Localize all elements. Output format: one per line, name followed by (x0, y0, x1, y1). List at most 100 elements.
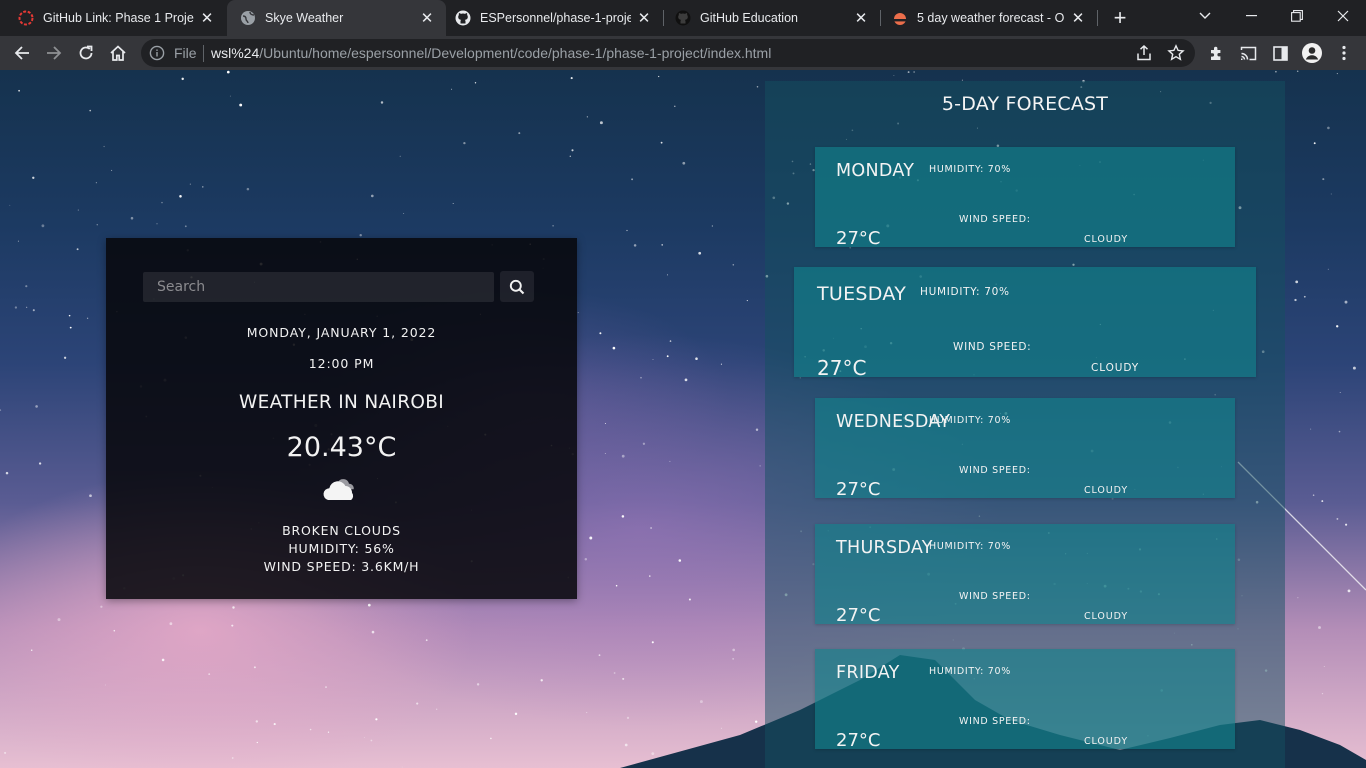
forecast-condition: CLOUDY (1084, 485, 1129, 496)
arrow-right-icon (47, 46, 62, 60)
home-icon (110, 45, 126, 61)
puzzle-icon (1210, 46, 1220, 60)
close-tab-icon[interactable]: ✕ (852, 9, 870, 27)
current-wind-speed: WIND SPEED: 3.6KM/H (263, 559, 420, 574)
reload-button[interactable] (72, 39, 100, 67)
globe-icon (240, 10, 256, 26)
forecast-condition: CLOUDY (1091, 362, 1140, 374)
home-button[interactable] (104, 39, 132, 67)
browser-tab-github-link[interactable]: GitHub Link: Phase 1 Project ✕ (0, 0, 226, 36)
search-icon (509, 279, 525, 294)
forecast-wind: WIND SPEED: (959, 214, 1031, 225)
chevron-down-icon (1199, 12, 1211, 19)
reload-icon (79, 45, 93, 60)
forecast-temperature: 27°C (836, 730, 881, 751)
close-window-button[interactable] (1320, 0, 1366, 32)
forecast-humidity: HUMIDITY: 70% (929, 415, 1011, 426)
city-heading: WEATHER IN NAIROBI (239, 392, 444, 413)
back-button[interactable] (8, 39, 36, 67)
share-icon[interactable] (1135, 44, 1153, 62)
cast-icon (1240, 46, 1256, 60)
forecast-humidity: HUMIDITY: 70% (929, 164, 1011, 175)
address-separator (203, 45, 204, 62)
more-vert-icon (1342, 45, 1346, 61)
browser-tab-strip: GitHub Link: Phase 1 Project ✕ Skye Weat… (0, 0, 1366, 36)
cast-button[interactable] (1236, 41, 1260, 65)
forecast-condition: CLOUDY (1084, 234, 1129, 245)
current-temperature: 20.43°C (286, 432, 397, 463)
forecast-wind: WIND SPEED: (959, 591, 1031, 602)
address-bar[interactable]: File wsl%24/Ubuntu/home/espersonnel/Deve… (141, 39, 1195, 67)
forecast-condition: CLOUDY (1084, 611, 1129, 622)
broken-clouds-icon (323, 479, 354, 500)
weather-details: BROKEN CLOUDS HUMIDITY: 56% WIND SPEED: … (106, 522, 577, 576)
browser-tab-openweather[interactable]: 5 day weather forecast - Ope ✕ (881, 0, 1097, 36)
close-tab-icon[interactable]: ✕ (198, 9, 216, 27)
forecast-day-name: FRIDAY (836, 663, 900, 683)
close-tab-icon[interactable]: ✕ (1069, 9, 1087, 27)
extensions-button[interactable] (1204, 41, 1228, 65)
tab-title: 5 day weather forecast - Ope (917, 11, 1065, 25)
site-scheme-label: File (174, 45, 197, 61)
browser-tab-github-education[interactable]: GitHub Education ✕ (664, 0, 880, 36)
tab-separator (1097, 10, 1098, 26)
forecast-wind: WIND SPEED: (959, 716, 1031, 727)
minimize-icon (1245, 15, 1257, 17)
address-url[interactable]: wsl%24/Ubuntu/home/espersonnel/Developme… (211, 45, 771, 61)
forecast-day-card: WEDNESDAY HUMIDITY: 70% WIND SPEED: 27°C… (815, 398, 1235, 500)
forecast-humidity: HUMIDITY: 70% (920, 286, 1010, 298)
tab-search-button[interactable] (1182, 0, 1228, 32)
forecast-day-card: MONDAY HUMIDITY: 70% WIND SPEED: 27°C CL… (815, 147, 1235, 249)
current-date: MONDAY, JANUARY 1, 2022 (246, 325, 437, 340)
forecast-panel: 5-DAY FORECAST MONDAY HUMIDITY: 70% WIND… (765, 81, 1285, 768)
octopus-icon (18, 10, 34, 26)
minimize-button[interactable] (1228, 0, 1274, 32)
github-icon (675, 10, 691, 26)
tab-title: ESPersonnel/phase-1-project (480, 11, 631, 25)
side-panel-icon (1272, 45, 1288, 61)
avatar-icon (1302, 43, 1322, 63)
tab-title: Skye Weather (265, 11, 344, 25)
close-tab-icon[interactable]: ✕ (635, 9, 653, 27)
info-icon[interactable] (149, 45, 165, 61)
openweather-icon (892, 10, 908, 26)
browser-menu-button[interactable] (1332, 41, 1356, 65)
browser-toolbar: File wsl%24/Ubuntu/home/espersonnel/Deve… (0, 36, 1366, 70)
forecast-day-name: TUESDAY (817, 283, 907, 305)
close-tab-icon[interactable]: ✕ (418, 9, 436, 27)
bookmark-star-icon[interactable] (1167, 44, 1185, 62)
forecast-day-name: THURSDAY (836, 538, 933, 558)
url-path: /Ubuntu/home/espersonnel/Development/cod… (259, 45, 772, 61)
current-weather-card: MONDAY, JANUARY 1, 2022 12:00 PM WEATHER… (106, 238, 577, 599)
github-icon (455, 10, 471, 26)
url-host: wsl%24 (211, 45, 260, 61)
search-input[interactable] (143, 272, 494, 302)
arrow-left-icon (14, 46, 29, 60)
restore-button[interactable] (1274, 0, 1320, 32)
forecast-wind: WIND SPEED: (959, 465, 1031, 476)
search-button[interactable] (500, 271, 534, 302)
weather-description: BROKEN CLOUDS (282, 523, 401, 538)
forecast-humidity: HUMIDITY: 70% (929, 666, 1011, 677)
forecast-day-card: THURSDAY HUMIDITY: 70% WIND SPEED: 27°C … (815, 524, 1235, 626)
forecast-temperature: 27°C (836, 605, 881, 626)
tab-title: GitHub Education (700, 11, 798, 25)
forecast-title: 5-DAY FORECAST (941, 93, 1109, 115)
current-time: 12:00 PM (308, 356, 375, 371)
weather-page: MONDAY, JANUARY 1, 2022 12:00 PM WEATHER… (0, 70, 1366, 768)
side-panel-button[interactable] (1268, 41, 1292, 65)
close-icon (1337, 10, 1349, 22)
browser-tab-skye-weather[interactable]: Skye Weather ✕ (227, 0, 446, 36)
current-humidity: HUMIDITY: 56% (288, 541, 395, 556)
forecast-day-card: FRIDAY HUMIDITY: 70% WIND SPEED: 27°C CL… (815, 649, 1235, 751)
tab-title: GitHub Link: Phase 1 Project (43, 11, 194, 25)
forecast-wind: WIND SPEED: (953, 341, 1032, 353)
browser-tab-phase-1-project[interactable]: ESPersonnel/phase-1-project ✕ (447, 0, 663, 36)
new-tab-button[interactable]: + (1108, 5, 1132, 30)
forecast-temperature: 27°C (836, 479, 881, 500)
profile-avatar[interactable] (1300, 41, 1324, 65)
forecast-temperature: 27°C (836, 228, 881, 249)
forward-button[interactable] (40, 39, 68, 67)
forecast-temperature: 27°C (817, 356, 867, 380)
restore-icon (1291, 10, 1303, 22)
